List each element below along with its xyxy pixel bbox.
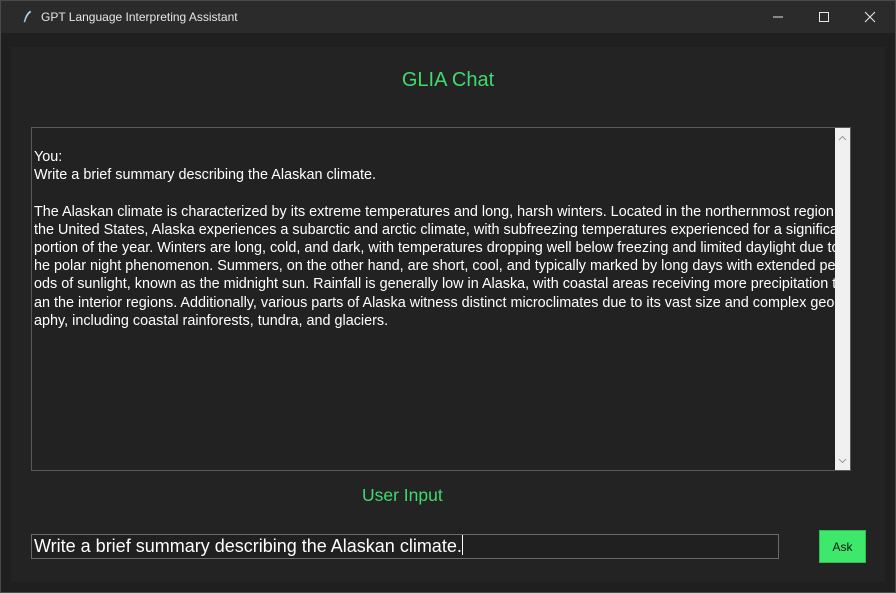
text-caret: [461, 535, 463, 555]
scroll-up-icon[interactable]: [835, 130, 850, 145]
chat-log[interactable]: You: Write a brief summary describing th…: [31, 127, 851, 471]
chat-text[interactable]: You: Write a brief summary describing th…: [34, 148, 850, 330]
scroll-down-icon[interactable]: [835, 453, 850, 468]
main-content: GLIA Chat You: Write a brief summary des…: [11, 47, 885, 582]
minimize-button[interactable]: [755, 1, 801, 33]
close-icon: [864, 11, 876, 23]
user-input-field[interactable]: Write a brief summary describing the Ala…: [31, 534, 779, 559]
chat-user-message: Write a brief summary describing the Ala…: [34, 167, 377, 184]
user-input-label: User Input: [362, 485, 443, 505]
chat-assistant-message: The Alaskan climate is characterized by …: [34, 203, 854, 329]
chat-speaker: You:: [34, 149, 63, 165]
title-bar: GPT Language Interpreting Assistant: [1, 1, 895, 33]
app-window: GPT Language Interpreting Assistant GLIA…: [0, 0, 896, 593]
minimize-icon: [773, 16, 783, 18]
feather-icon: [19, 9, 35, 25]
chat-scrollbar[interactable]: [835, 128, 850, 470]
close-button[interactable]: [847, 1, 893, 33]
ask-button[interactable]: Ask: [819, 530, 866, 563]
maximize-icon: [819, 12, 829, 22]
page-title: GLIA Chat: [401, 69, 495, 91]
maximize-button[interactable]: [801, 1, 847, 33]
user-input-text: Write a brief summary describing the Ala…: [34, 536, 462, 556]
window-title: GPT Language Interpreting Assistant: [41, 10, 238, 24]
